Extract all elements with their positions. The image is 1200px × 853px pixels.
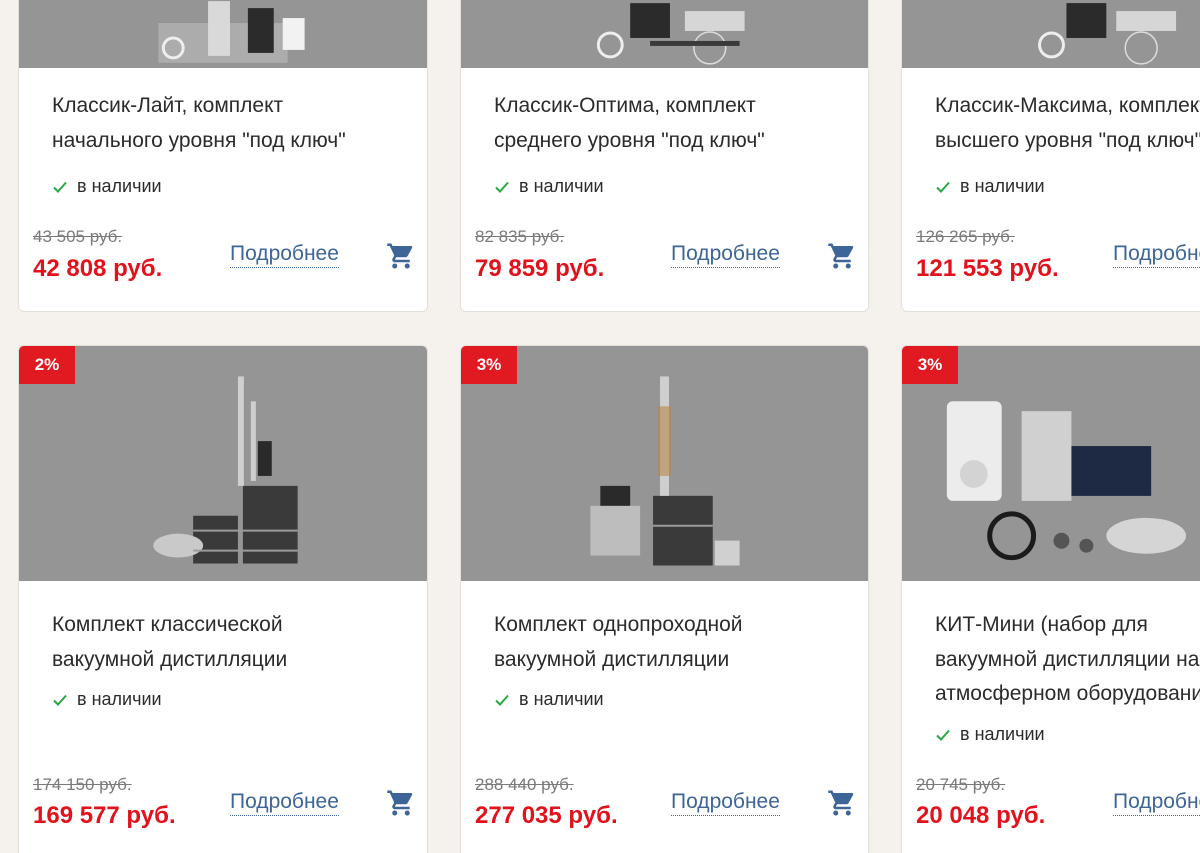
old-price: 43 505 руб.	[33, 227, 123, 246]
product-title-line[interactable]: Классик-Оптима, комплект	[494, 89, 858, 124]
product-title-line[interactable]: вакуумной дистилляции	[52, 643, 417, 678]
product-photo[interactable]	[461, 0, 868, 68]
cart-icon[interactable]	[386, 788, 416, 818]
heart-icon[interactable]	[381, 346, 428, 581]
details-link[interactable]: Подробнее	[1113, 789, 1200, 816]
stock-label: в наличии	[960, 176, 1045, 196]
discount-badge: 2%	[19, 346, 75, 384]
stock-label: в наличии	[519, 176, 604, 196]
stock-label: в наличии	[960, 724, 1045, 744]
stock-label: в наличии	[519, 689, 604, 709]
product-card[interactable]: Классик-Оптима, комплект среднего уровня…	[460, 0, 869, 312]
stock-status: в наличии	[494, 176, 604, 197]
price: 169 577 руб.	[33, 802, 176, 829]
heart-icon[interactable]	[822, 346, 869, 581]
product-title-line[interactable]: Комплект классической	[52, 608, 417, 643]
product-photo[interactable]	[902, 0, 1200, 68]
price: 20 048 руб.	[916, 802, 1046, 829]
details-link[interactable]: Подробнее	[671, 241, 780, 268]
product-title-line[interactable]: Комплект однопроходной	[494, 608, 858, 643]
price: 79 859 руб.	[475, 255, 605, 282]
old-price: 126 265 руб.	[916, 227, 1015, 246]
product-card[interactable]: 3% Комплект однопроходной вакуумной дист…	[460, 345, 869, 853]
product-photo[interactable]: 2%	[19, 346, 427, 581]
details-link[interactable]: Подробнее	[1113, 241, 1200, 268]
product-title-line[interactable]: высшего уровня "под ключ"	[935, 124, 1200, 159]
details-link[interactable]: Подробнее	[671, 789, 780, 816]
product-title-line[interactable]: атмосферном оборудовании)	[935, 677, 1200, 712]
product-photo[interactable]	[19, 0, 427, 68]
old-price: 20 745 руб.	[916, 775, 1006, 794]
product-title-line[interactable]: вакуумной дистилляции на	[935, 643, 1199, 678]
product-photo[interactable]: 3%	[461, 346, 868, 581]
discount-badge: 3%	[902, 346, 958, 384]
product-title-line[interactable]: среднего уровня "под ключ"	[494, 124, 858, 159]
product-card[interactable]: Классик-Максима, комплект высшего уровня…	[901, 0, 1200, 312]
product-card[interactable]: 3% КИТ-Мини (набор для вакуумной дистилл…	[901, 345, 1200, 853]
product-photo[interactable]: 3%	[902, 346, 1200, 581]
check-icon	[936, 181, 950, 193]
product-title-line[interactable]: начального уровня "под ключ"	[52, 124, 417, 159]
product-card[interactable]: Классик-Лайт, комплект начального уровня…	[18, 0, 428, 312]
check-icon	[936, 729, 950, 741]
stock-status: в наличии	[52, 176, 162, 197]
check-icon	[495, 181, 509, 193]
product-card[interactable]: 2% Комплект классической вакуумной дисти…	[18, 345, 428, 853]
price: 42 808 руб.	[33, 255, 163, 282]
old-price: 174 150 руб.	[33, 775, 132, 794]
check-icon	[53, 181, 67, 193]
stock-status: в наличии	[935, 724, 1045, 745]
stock-label: в наличии	[77, 176, 162, 196]
price: 121 553 руб.	[916, 255, 1059, 282]
cart-icon[interactable]	[827, 788, 857, 818]
product-title-line[interactable]: Классик-Лайт, комплект	[52, 89, 417, 124]
stock-status: в наличии	[52, 689, 162, 710]
product-title-line[interactable]: вакуумной дистилляции	[494, 643, 858, 678]
cart-icon[interactable]	[827, 241, 857, 271]
stock-status: в наличии	[494, 689, 604, 710]
details-link[interactable]: Подробнее	[230, 241, 339, 268]
old-price: 82 835 руб.	[475, 227, 565, 246]
stock-status: в наличии	[935, 176, 1045, 197]
product-title-line[interactable]: Классик-Максима, комплект	[935, 89, 1200, 124]
cart-icon[interactable]	[386, 241, 416, 271]
details-link[interactable]: Подробнее	[230, 789, 339, 816]
stock-label: в наличии	[77, 689, 162, 709]
product-title-line[interactable]: КИТ-Мини (набор для	[935, 608, 1190, 643]
check-icon	[53, 694, 67, 706]
check-icon	[495, 694, 509, 706]
old-price: 288 440 руб.	[475, 775, 574, 794]
discount-badge: 3%	[461, 346, 517, 384]
price: 277 035 руб.	[475, 802, 618, 829]
